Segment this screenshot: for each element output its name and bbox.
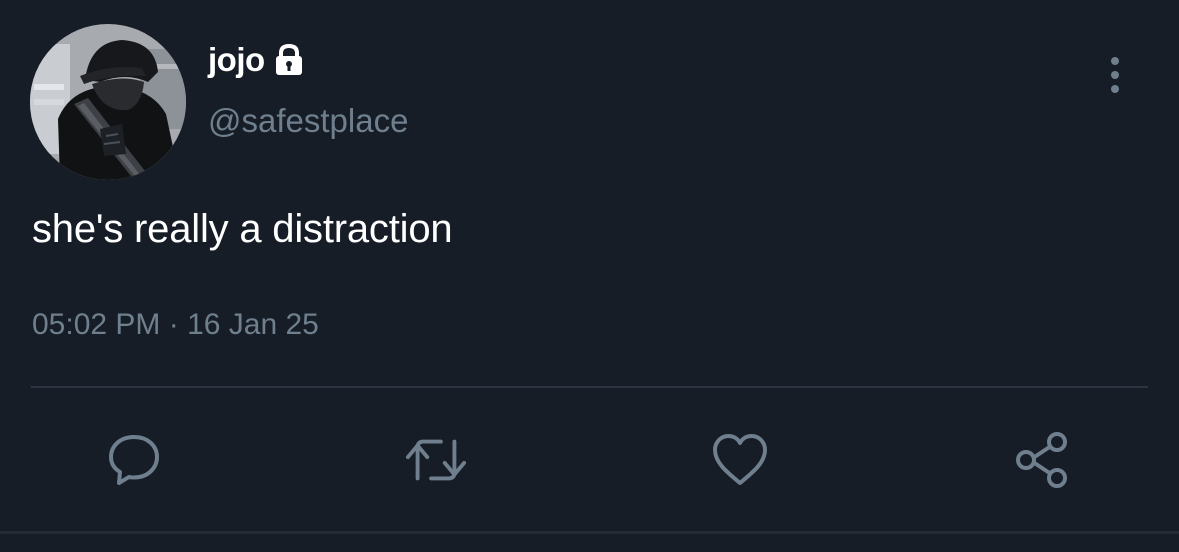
heart-icon [713, 434, 767, 485]
avatar-photo [30, 24, 186, 180]
bottom-divider [0, 531, 1179, 534]
tweet-card: jojo @safestplace she's really a distrac… [0, 0, 1179, 552]
like-button[interactable] [708, 430, 772, 490]
display-name[interactable]: jojo [208, 41, 265, 79]
divider [31, 386, 1148, 388]
share-button[interactable] [1010, 430, 1074, 490]
vertical-ellipsis-icon[interactable] [1100, 55, 1130, 95]
author-handle[interactable]: @safestplace [208, 102, 408, 140]
retweet-arrows-icon [405, 439, 467, 481]
tweet-text: she's really a distraction [32, 207, 453, 251]
retweet-button[interactable] [404, 430, 468, 490]
tweet-timestamp: 05:02 PM · 16 Jan 25 [32, 308, 319, 341]
reply-button[interactable] [102, 430, 166, 490]
author-name-row: jojo [208, 38, 305, 82]
share-nodes-icon [1016, 432, 1067, 488]
avatar[interactable] [30, 24, 186, 180]
speech-bubble-icon [109, 435, 159, 485]
lock-icon [273, 43, 305, 77]
